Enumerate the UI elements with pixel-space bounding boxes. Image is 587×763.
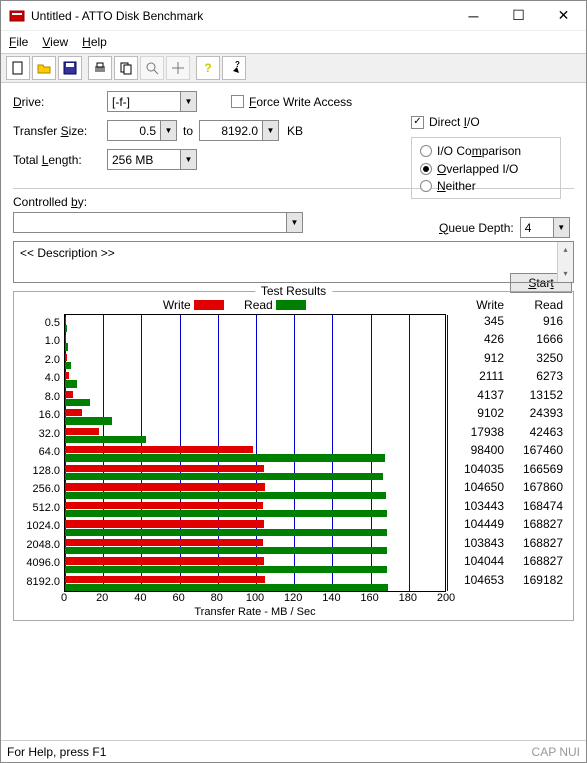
force-write-checkbox[interactable]: Force Write Access: [231, 95, 352, 109]
data-row: 104035166569: [449, 460, 567, 479]
status-right: CAP NUI: [532, 745, 580, 759]
menu-view[interactable]: View: [42, 35, 68, 49]
chart-x-label: Transfer Rate - MB / Sec: [64, 606, 446, 618]
app-icon: [9, 8, 25, 24]
col-write-header: Write: [449, 298, 508, 312]
move-icon[interactable]: [166, 56, 190, 80]
description-scrollbar[interactable]: ▴ ▾: [557, 242, 573, 282]
chart-legend: Write Read: [20, 298, 449, 312]
statusbar: For Help, press F1 CAP NUI: [1, 740, 586, 762]
description-box[interactable]: << Description >> ▴ ▾: [13, 241, 574, 283]
description-text: << Description >>: [20, 246, 115, 260]
transfer-size-label: Transfer Size:: [13, 124, 107, 138]
col-read-header: Read: [508, 298, 567, 312]
neither-radio[interactable]: Neither: [420, 179, 476, 193]
data-row: 104449168827: [449, 515, 567, 534]
drive-combo[interactable]: [-f-]▼: [107, 91, 197, 112]
maximize-button[interactable]: ☐: [496, 1, 541, 31]
results-title: Test Results: [255, 284, 332, 298]
titlebar: Untitled - ATTO Disk Benchmark ─ ☐ ✕: [1, 1, 586, 31]
print-icon[interactable]: [88, 56, 112, 80]
data-row: 345916: [449, 312, 567, 331]
total-length-combo[interactable]: 256 MB▼: [107, 149, 197, 170]
data-row: 413713152: [449, 386, 567, 405]
total-length-label: Total Length:: [13, 153, 107, 167]
queue-depth-combo[interactable]: 4▼: [520, 217, 570, 238]
transfer-from-combo[interactable]: 0.5▼: [107, 120, 177, 141]
data-row: 9123250: [449, 349, 567, 368]
help-icon[interactable]: ?: [196, 56, 220, 80]
context-help-icon[interactable]: ?: [222, 56, 246, 80]
toolbar: ? ?: [1, 53, 586, 83]
queue-depth-label: Queue Depth:: [439, 221, 514, 235]
drive-label: Drive:: [13, 95, 107, 109]
to-label: to: [177, 124, 199, 138]
svg-text:?: ?: [235, 61, 240, 69]
open-icon[interactable]: [32, 56, 56, 80]
data-row: 103843168827: [449, 534, 567, 553]
io-options: ✓Direct I/O I/O Comparison Overlapped I/…: [411, 113, 561, 199]
data-row: 103443168474: [449, 497, 567, 516]
direct-io-checkbox[interactable]: ✓Direct I/O: [411, 115, 480, 129]
data-row: 104650167860: [449, 478, 567, 497]
test-results-group: Test Results Write Read 0.51.02.04.08.01…: [13, 291, 574, 621]
new-icon[interactable]: [6, 56, 30, 80]
save-icon[interactable]: [58, 56, 82, 80]
copy-icon[interactable]: [114, 56, 138, 80]
write-swatch: [194, 300, 224, 310]
queue-depth-row: Queue Depth: 4▼: [439, 217, 570, 238]
window-title: Untitled - ATTO Disk Benchmark: [31, 9, 451, 23]
data-row: 1793842463: [449, 423, 567, 442]
data-row: 104653169182: [449, 571, 567, 590]
transfer-to-combo[interactable]: 8192.0▼: [199, 120, 279, 141]
overlapped-io-radio[interactable]: Overlapped I/O: [420, 162, 518, 176]
chart-x-axis: 020406080100120140160180200: [64, 592, 446, 606]
io-comparison-radio[interactable]: I/O Comparison: [420, 144, 521, 158]
data-row: 104044168827: [449, 552, 567, 571]
data-columns: WriteRead 345916426166691232502111627341…: [449, 298, 567, 618]
menu-file[interactable]: File: [9, 35, 28, 49]
controlled-by-label: Controlled by:: [13, 195, 87, 209]
data-row: 910224393: [449, 404, 567, 423]
data-row: 21116273: [449, 367, 567, 386]
data-row: 4261666: [449, 330, 567, 349]
kb-label: KB: [279, 124, 311, 138]
chart-y-labels: 0.51.02.04.08.016.032.064.0128.0256.0512…: [20, 314, 64, 592]
controlled-by-combo[interactable]: ▼: [13, 212, 303, 233]
chart-area: [64, 314, 446, 592]
read-swatch: [276, 300, 306, 310]
menu-help[interactable]: Help: [82, 35, 107, 49]
menubar: File View Help: [1, 31, 586, 53]
zoom-icon[interactable]: [140, 56, 164, 80]
minimize-button[interactable]: ─: [451, 1, 496, 31]
close-button[interactable]: ✕: [541, 1, 586, 31]
status-text: For Help, press F1: [7, 745, 106, 759]
data-row: 98400167460: [449, 441, 567, 460]
